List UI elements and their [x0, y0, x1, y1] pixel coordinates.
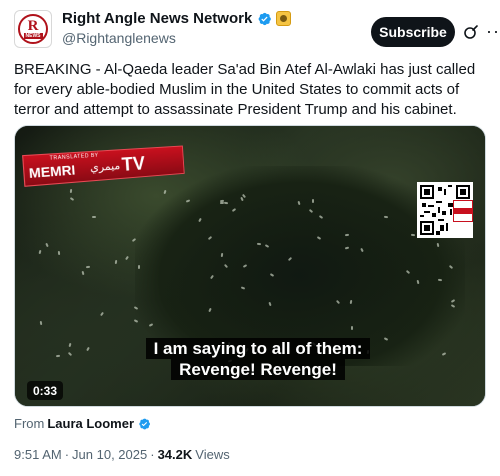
video-frame-speck — [137, 264, 141, 270]
video-frame-speck — [57, 250, 61, 256]
views-count: 34.2K — [157, 447, 193, 462]
author-handle[interactable]: @Rightanglenews — [62, 30, 176, 46]
caption-line-1: I am saying to all of them: — [145, 338, 371, 359]
tweet-header: R NEWS Right Angle News Network @Rightan… — [14, 8, 500, 48]
video-frame-speck — [410, 233, 416, 237]
tweet-text: BREAKING - Al-Qaeda leader Sa'ad Bin Ate… — [14, 61, 476, 118]
video-frame-speck — [55, 354, 61, 358]
video-frame-speck — [256, 242, 262, 246]
avatar-logo: R NEWS — [18, 14, 48, 44]
video-duration-badge: 0:33 — [27, 381, 64, 400]
broadcaster-logo-tv: TV — [121, 153, 146, 176]
video-player[interactable]: TRANSLATED BY MEMRI ميمري TV I am saying… — [14, 125, 486, 407]
tweet-meta-row: 9:51 AM · Jun 10, 2025 · 34.2K Views — [14, 447, 230, 462]
more-icon[interactable]: ··· — [486, 22, 500, 40]
verified-badge-icon — [258, 12, 272, 25]
video-frame-speck — [219, 201, 225, 205]
subscribe-button[interactable]: Subscribe — [371, 17, 455, 47]
video-frame-speck — [223, 201, 229, 205]
meta-separator: · — [64, 447, 70, 462]
author-avatar[interactable]: R NEWS — [14, 10, 52, 48]
author-name-row: Right Angle News Network — [62, 10, 292, 27]
qr-center-logo — [453, 200, 473, 222]
video-frame-speck — [351, 326, 353, 330]
video-frame-speck — [312, 199, 314, 203]
video-captions: I am saying to all of them: Revenge! Rev… — [113, 338, 403, 380]
attribution-author-link[interactable]: Laura Loomer — [47, 416, 134, 431]
video-frame-water — [135, 166, 465, 366]
broadcaster-logo-arabic: ميمري — [89, 160, 121, 175]
avatar-news-label: NEWS — [23, 33, 43, 39]
video-frame-speck — [92, 216, 96, 218]
meta-separator: · — [150, 447, 155, 462]
tweet-time[interactable]: 9:51 AM — [14, 447, 62, 462]
attribution-prefix: From — [14, 416, 45, 431]
attribution-row: From Laura Loomer — [14, 416, 151, 431]
author-display-name[interactable]: Right Angle News Network — [62, 10, 252, 27]
verified-badge-icon — [139, 418, 151, 429]
organization-badge-icon — [276, 11, 292, 26]
broadcaster-logo-name: MEMRI — [28, 162, 76, 182]
avatar-letter: R — [27, 18, 39, 34]
grok-icon[interactable] — [463, 24, 479, 40]
video-frame-speck — [437, 278, 443, 282]
video-frame-speck — [383, 215, 389, 219]
video-frame-speck — [219, 199, 225, 203]
views-label: Views — [195, 447, 230, 462]
tweet-date[interactable]: Jun 10, 2025 — [72, 447, 147, 462]
video-frame-speck — [39, 320, 43, 326]
caption-line-2: Revenge! Revenge! — [171, 359, 345, 380]
